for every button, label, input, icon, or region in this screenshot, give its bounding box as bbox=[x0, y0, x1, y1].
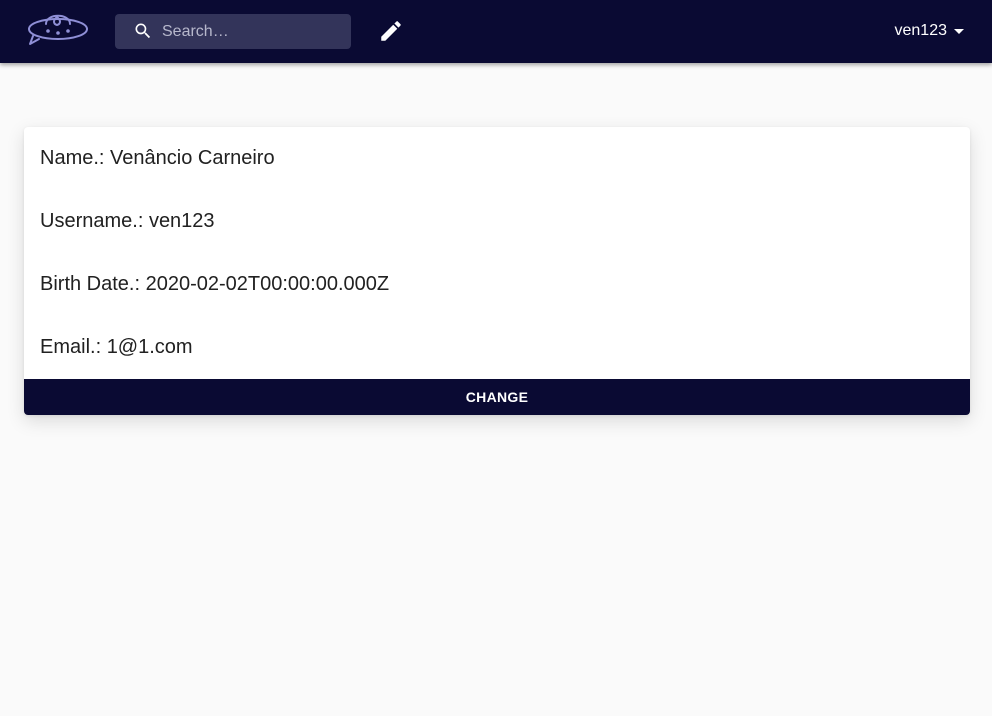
ufo-chat-icon bbox=[28, 14, 88, 45]
birth-date-value: 2020-02-02T00:00:00.000Z bbox=[145, 273, 390, 295]
name-label: Name.: bbox=[40, 147, 105, 169]
app-bar: ven123 bbox=[0, 0, 992, 63]
email-value: 1@1.com bbox=[106, 336, 193, 358]
username-label: Username.: bbox=[40, 210, 144, 232]
user-menu-label: ven123 bbox=[894, 22, 948, 39]
birth-date-label: Birth Date.: bbox=[40, 273, 141, 295]
name-value: Venâncio Carneiro bbox=[110, 147, 275, 169]
user-menu[interactable]: ven123 bbox=[894, 20, 964, 42]
birth-date-field: Birth Date.: 2020-02-02T00:00:00.000Z bbox=[40, 272, 389, 296]
email-label: Email.: bbox=[40, 336, 102, 358]
ufo-logo-icon[interactable] bbox=[26, 9, 90, 49]
search-icon bbox=[135, 23, 151, 39]
name-field: Name.: Venâncio Carneiro bbox=[40, 146, 275, 170]
search-input[interactable] bbox=[162, 14, 342, 49]
search-box[interactable] bbox=[115, 14, 351, 49]
caret-down-icon bbox=[954, 29, 964, 34]
email-field: Email.: 1@1.com bbox=[40, 335, 193, 359]
username-field: Username.: ven123 bbox=[40, 209, 215, 233]
edit-button[interactable] bbox=[378, 18, 404, 44]
profile-card: Name.: Venâncio Carneiro Username.: ven1… bbox=[24, 127, 970, 415]
pencil-icon bbox=[381, 21, 401, 41]
username-value: ven123 bbox=[148, 210, 215, 232]
change-button[interactable]: CHANGE bbox=[24, 379, 970, 415]
